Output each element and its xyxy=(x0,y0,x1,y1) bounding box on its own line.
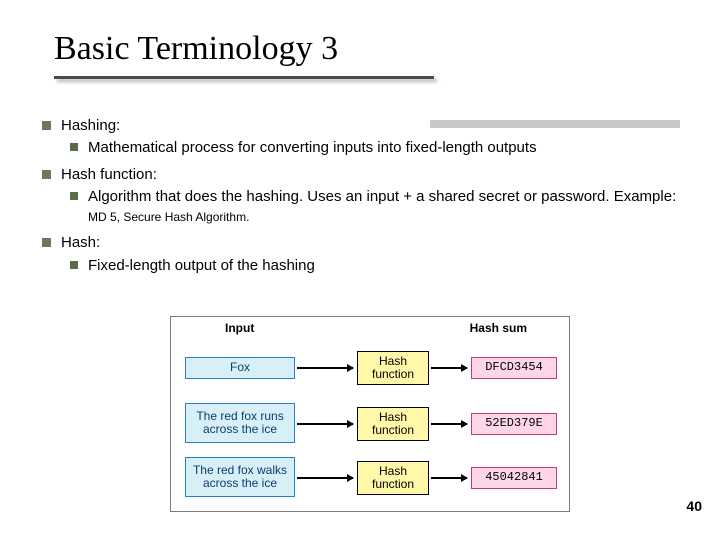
slide: Basic Terminology 3 Hashing: Mathematica… xyxy=(0,0,720,540)
bullet-label: Hash function: xyxy=(61,165,157,185)
bullet-text-main: Algorithm that does the hashing. Uses an… xyxy=(88,188,676,205)
diagram-row: The red fox walks across the ice Hash fu… xyxy=(171,457,569,509)
title-block: Basic Terminology 3 xyxy=(54,30,434,79)
bullet-text: Mathematical process for converting inpu… xyxy=(88,138,537,158)
page-number: 40 xyxy=(686,498,702,514)
bullet-hashing-def: Mathematical process for converting inpu… xyxy=(70,138,682,158)
diagram-function-box: Hash function xyxy=(357,351,429,385)
diagram-output-box: 45042841 xyxy=(471,467,557,489)
slide-title: Basic Terminology 3 xyxy=(54,30,434,68)
diagram-row: The red fox runs across the ice Hash fun… xyxy=(171,403,569,455)
diagram-input-box: The red fox walks across the ice xyxy=(185,457,295,497)
arrow-icon xyxy=(431,423,467,425)
square-bullet-icon xyxy=(42,170,51,179)
diagram-row: Fox Hash function DFCD3454 xyxy=(171,347,569,399)
square-bullet-icon xyxy=(42,121,51,130)
bullet-label: Hashing: xyxy=(61,116,120,136)
diagram-input-box: The red fox runs across the ice xyxy=(185,403,295,443)
diagram-heading-output: Hash sum xyxy=(470,321,527,335)
diagram-function-box: Hash function xyxy=(357,461,429,495)
bullet-hashfunction: Hash function: xyxy=(42,165,682,185)
title-underline xyxy=(54,76,434,79)
bullet-label: Hash: xyxy=(61,233,100,253)
arrow-icon xyxy=(431,367,467,369)
bullet-hashing: Hashing: xyxy=(42,116,682,136)
diagram-output-box: 52ED379E xyxy=(471,413,557,435)
arrow-icon xyxy=(297,423,353,425)
square-bullet-icon xyxy=(70,192,78,200)
diagram-input-box: Fox xyxy=(185,357,295,379)
diagram-heading-input: Input xyxy=(225,321,254,335)
bullet-text: Algorithm that does the hashing. Uses an… xyxy=(88,187,682,228)
hash-diagram: Input Hash sum Fox Hash function DFCD345… xyxy=(170,316,570,512)
arrow-icon xyxy=(297,477,353,479)
bullet-text: Fixed-length output of the hashing xyxy=(88,256,315,276)
square-bullet-icon xyxy=(42,238,51,247)
diagram-output-box: DFCD3454 xyxy=(471,357,557,379)
arrow-icon xyxy=(297,367,353,369)
diagram-function-box: Hash function xyxy=(357,407,429,441)
bullet-text-example: MD 5, Secure Hash Algorithm. xyxy=(88,210,249,224)
arrow-icon xyxy=(431,477,467,479)
square-bullet-icon xyxy=(70,261,78,269)
bullet-hashfunction-def: Algorithm that does the hashing. Uses an… xyxy=(70,187,682,228)
square-bullet-icon xyxy=(70,143,78,151)
bullet-hash: Hash: xyxy=(42,233,682,253)
body-text: Hashing: Mathematical process for conver… xyxy=(42,112,682,282)
bullet-hash-def: Fixed-length output of the hashing xyxy=(70,256,682,276)
